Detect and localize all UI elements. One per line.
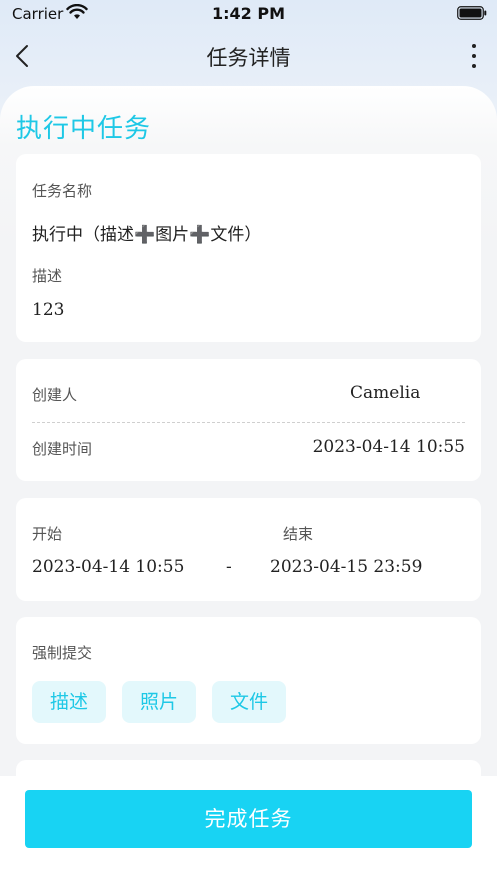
status-bar: Carrier 1:42 PM bbox=[0, 0, 497, 30]
mandatory-submit-card: 强制提交 描述 照片 文件 bbox=[16, 617, 481, 744]
description-label: 描述 bbox=[32, 267, 63, 285]
description-value: 123 bbox=[32, 300, 65, 320]
section-title: 执行中任务 bbox=[16, 114, 152, 144]
creator-label: 创建人 bbox=[32, 386, 78, 404]
end-label: 结束 bbox=[283, 525, 314, 543]
more-vertical-icon[interactable] bbox=[469, 42, 479, 70]
time-separator: - bbox=[226, 557, 232, 577]
clock-time: 1:42 PM bbox=[211, 4, 285, 23]
time-range-card: 开始 结束 2023-04-14 10:55 - 2023-04-15 23:5… bbox=[16, 498, 481, 601]
dashed-divider bbox=[32, 422, 465, 423]
task-info-card: 任务名称 执行中（描述➕图片➕文件） 描述 123 bbox=[16, 154, 481, 342]
start-time-value: 2023-04-14 10:55 bbox=[32, 557, 185, 577]
creator-value: Camelia bbox=[350, 383, 421, 403]
task-name-value: 执行中（描述➕图片➕文件） bbox=[32, 225, 262, 245]
chip-file: 文件 bbox=[212, 681, 286, 723]
created-time-value: 2023-04-14 10:55 bbox=[312, 437, 465, 457]
mandatory-submit-label: 强制提交 bbox=[32, 644, 93, 662]
battery-icon bbox=[457, 6, 487, 20]
chip-description: 描述 bbox=[32, 681, 106, 723]
end-time-value: 2023-04-15 23:59 bbox=[270, 557, 423, 577]
nav-bar: 任务详情 bbox=[0, 30, 497, 84]
complete-task-button[interactable]: 完成任务 bbox=[25, 790, 472, 848]
task-name-label: 任务名称 bbox=[32, 182, 93, 200]
bottom-action-bar: 完成任务 bbox=[0, 776, 497, 883]
creator-card: 创建人 Camelia 创建时间 2023-04-14 10:55 bbox=[16, 359, 481, 481]
start-label: 开始 bbox=[32, 525, 63, 543]
page-title: 任务详情 bbox=[206, 46, 291, 70]
chip-photo: 照片 bbox=[122, 681, 196, 723]
created-time-label: 创建时间 bbox=[32, 440, 93, 458]
